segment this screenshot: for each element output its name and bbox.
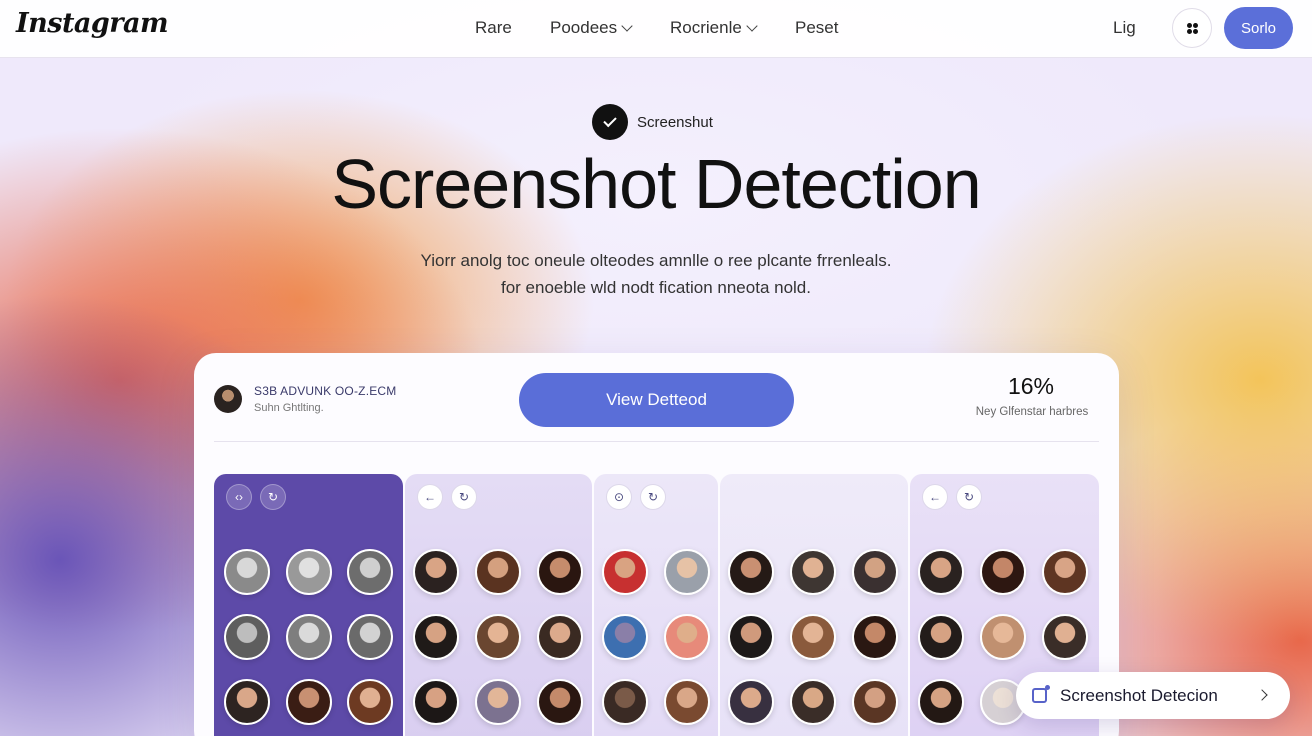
chevron-down-icon <box>621 19 633 32</box>
profile-avatar[interactable] <box>664 549 710 595</box>
nav-link-label: Rocrienle <box>670 18 742 37</box>
refresh-icon[interactable]: ↻ <box>640 484 666 510</box>
profile-avatar[interactable] <box>980 549 1026 595</box>
stat-value: 16% <box>1007 373 1055 399</box>
page-title: Screenshot Detection <box>331 145 981 223</box>
profile-avatar[interactable] <box>728 679 774 725</box>
profile-avatar[interactable] <box>413 679 459 725</box>
profile-avatar[interactable] <box>475 549 521 595</box>
profile-avatar[interactable] <box>602 614 648 660</box>
profile-avatar[interactable] <box>224 614 270 660</box>
profile-avatar[interactable] <box>728 549 774 595</box>
profile-avatar[interactable] <box>347 549 393 595</box>
profile-avatar[interactable] <box>852 679 898 725</box>
nav-link-rocrienle[interactable]: Rocrienle <box>670 18 758 38</box>
profile-avatar[interactable] <box>980 614 1026 660</box>
avatar <box>214 385 242 413</box>
chevron-down-icon <box>746 19 758 32</box>
profile-avatar[interactable] <box>664 679 710 725</box>
profile-avatar[interactable] <box>537 549 583 595</box>
refresh-icon[interactable]: ↻ <box>956 484 982 510</box>
profile-avatar[interactable] <box>728 614 774 660</box>
refresh-icon[interactable]: ↻ <box>451 484 477 510</box>
profile-avatar[interactable] <box>224 549 270 595</box>
account-subtitle: Suhn Ghtlting. <box>254 402 324 414</box>
signup-button[interactable]: Sorlo <box>1224 7 1293 49</box>
top-nav: Instagram Rare Poodees Rocrienle Peset L… <box>0 0 1312 58</box>
nav-link-poodees[interactable]: Poodees <box>550 18 633 38</box>
profile-avatar[interactable] <box>602 679 648 725</box>
badge-label: Screenshut <box>637 113 713 131</box>
detect-icon <box>1032 685 1050 703</box>
profile-avatar[interactable] <box>664 614 710 660</box>
profile-avatar[interactable] <box>475 679 521 725</box>
profile-avatar[interactable] <box>286 549 332 595</box>
nav-link-label: Rare <box>475 18 512 37</box>
nav-link-rare[interactable]: Rare <box>475 18 512 38</box>
target-icon[interactable]: ⊙ <box>606 484 632 510</box>
profile-avatar[interactable] <box>537 614 583 660</box>
profile-column-1: ‹› ↻ <box>214 474 403 736</box>
subtitle-line-1: Yiorr anolg toc oneule olteodes amnlle o… <box>420 251 892 270</box>
nav-link-peset[interactable]: Peset <box>795 18 838 38</box>
check-icon <box>592 104 628 140</box>
back-icon[interactable]: ← <box>922 484 948 510</box>
profile-avatar[interactable] <box>347 679 393 725</box>
divider <box>214 441 1099 442</box>
profile-avatar[interactable] <box>475 614 521 660</box>
code-icon[interactable]: ‹› <box>226 484 252 510</box>
login-link[interactable]: Lig <box>1113 18 1136 38</box>
profile-avatar[interactable] <box>413 549 459 595</box>
profile-column-3: ⊙ ↻ <box>594 474 718 736</box>
profile-avatar[interactable] <box>413 614 459 660</box>
profile-avatar[interactable] <box>918 614 964 660</box>
profile-avatar[interactable] <box>790 549 836 595</box>
profile-avatar[interactable] <box>918 549 964 595</box>
profile-avatar[interactable] <box>286 679 332 725</box>
subtitle-line-2: for enoeble wld nodt fication nneota nol… <box>500 278 811 297</box>
back-icon[interactable]: ← <box>417 484 443 510</box>
detection-card: S3B ADVUNK OO-Z.ECM Suhn Ghtlting. View … <box>194 353 1119 736</box>
chevron-right-icon <box>1256 689 1268 701</box>
toast-label: Screenshot Detecion <box>1060 685 1218 705</box>
profile-avatar[interactable] <box>347 614 393 660</box>
profile-avatar[interactable] <box>790 679 836 725</box>
screenshot-detection-toast[interactable]: Screenshot Detecion <box>1016 672 1290 719</box>
profile-avatar[interactable] <box>918 679 964 725</box>
profile-avatar[interactable] <box>852 549 898 595</box>
instagram-logo[interactable]: Instagram <box>16 8 169 39</box>
nav-link-label: Peset <box>795 18 839 37</box>
nav-link-label: Poodees <box>550 18 618 37</box>
stat-label: Ney Glfenstar harbres <box>975 406 1089 418</box>
profile-column-4 <box>720 474 908 736</box>
profile-column-2: ← ↻ <box>405 474 592 736</box>
view-detected-button[interactable]: View Detteod <box>519 373 794 427</box>
account-info[interactable]: S3B ADVUNK OO-Z.ECM Suhn Ghtlting. <box>214 384 397 414</box>
profile-avatar[interactable] <box>852 614 898 660</box>
profile-avatar[interactable] <box>1042 549 1088 595</box>
profile-avatar[interactable] <box>286 614 332 660</box>
hero-badge: Screenshut <box>592 104 713 140</box>
profile-avatar[interactable] <box>1042 614 1088 660</box>
profile-avatar[interactable] <box>224 679 270 725</box>
refresh-icon[interactable]: ↻ <box>260 484 286 510</box>
account-handle: S3B ADVUNK OO-Z.ECM <box>254 384 397 398</box>
profile-avatar[interactable] <box>537 679 583 725</box>
profile-avatar[interactable] <box>790 614 836 660</box>
profile-avatar[interactable] <box>602 549 648 595</box>
hero-subtitle: Yiorr anolg toc oneule olteodes amnlle o… <box>0 247 1312 301</box>
clover-icon <box>1186 22 1198 34</box>
menu-button[interactable] <box>1172 8 1212 48</box>
